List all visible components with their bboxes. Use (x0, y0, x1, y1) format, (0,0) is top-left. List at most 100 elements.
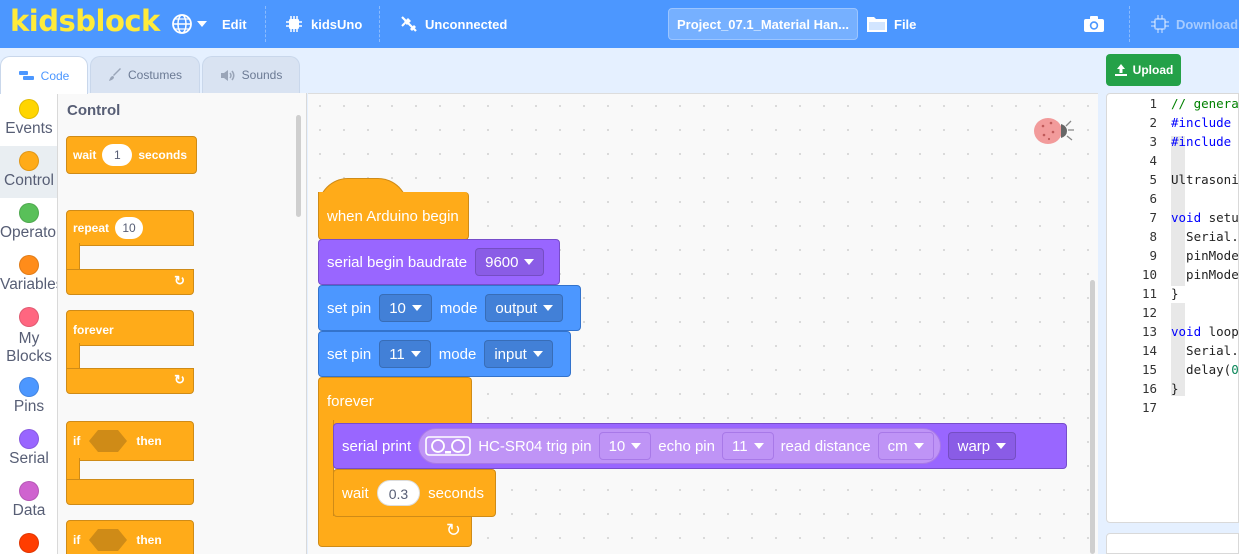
repeat-block[interactable]: repeat 10 (66, 210, 194, 246)
project-name-input[interactable]: Project_07.1_Material Han... (668, 8, 858, 40)
folder-icon (867, 17, 887, 32)
category-dot (19, 429, 39, 449)
category-variables[interactable]: Variables (0, 255, 58, 294)
tab-code[interactable]: Code (0, 56, 88, 94)
category-control[interactable]: Control (0, 146, 57, 198)
line-number: 1 (1149, 96, 1157, 111)
serial-print-block[interactable]: serial print HC-SR04 trig pin 10 echo pi… (333, 423, 1067, 469)
ultrasonic-reporter[interactable]: HC-SR04 trig pin 10 echo pin 11 read dis… (418, 428, 941, 464)
connection-menu[interactable]: Unconnected (399, 0, 507, 48)
code-line: pinMode (1171, 267, 1239, 282)
unplugged-icon (401, 16, 417, 32)
newline-dropdown[interactable]: warp (947, 432, 1017, 460)
file-label: File (894, 16, 917, 32)
pin-dropdown[interactable]: 10 (379, 294, 432, 322)
palette-scrollbar[interactable] (296, 115, 301, 217)
language-menu[interactable] (171, 0, 207, 48)
trig-pin-dropdown[interactable]: 10 (598, 432, 652, 460)
baudrate-dropdown[interactable]: 9600 (475, 248, 545, 276)
board-label: kidsUno (311, 16, 363, 32)
block-label: serial begin baudrate (327, 253, 468, 271)
category-label: Variables (0, 276, 58, 293)
block-label: then (136, 533, 162, 547)
category-label: My Blocks (6, 330, 52, 365)
block-label: then (136, 434, 162, 448)
mode-dropdown[interactable]: output (485, 294, 564, 322)
line-number: 3 (1149, 134, 1157, 149)
wait-seconds-input[interactable]: 0.3 (376, 480, 421, 506)
code-line: Serial. (1171, 229, 1239, 244)
set-pin-mode-block[interactable]: set pin 10 mode output (318, 285, 581, 331)
code-editor[interactable]: 1 // genera 2 #include 3 #include 4 5 Ultrasoni 6… (1106, 93, 1239, 523)
category-label: Control (4, 172, 54, 189)
condition-slot[interactable] (88, 528, 128, 552)
category-pins[interactable]: Pins (0, 377, 57, 416)
brush-icon (108, 68, 121, 81)
download-label: Download (1176, 16, 1239, 32)
code-line: } (1171, 381, 1179, 396)
upload-label: Upload (1132, 63, 1174, 77)
category-label: Pins (13, 398, 45, 415)
forever-block[interactable]: forever (318, 377, 472, 425)
pin-dropdown[interactable]: 11 (379, 340, 431, 368)
block-foot (66, 479, 194, 505)
file-menu[interactable]: File (866, 0, 916, 48)
forever-arm (318, 420, 334, 520)
caret-down-icon (532, 351, 543, 357)
loop-arrow-icon: ↻ (445, 520, 461, 540)
repeat-count-input[interactable]: 10 (115, 217, 144, 239)
condition-slot[interactable] (88, 429, 128, 453)
category-data[interactable]: Data (0, 481, 57, 520)
unit-dropdown[interactable]: cm (877, 432, 934, 460)
serial-begin-block[interactable]: serial begin baudrate 9600 (318, 239, 560, 285)
board-menu[interactable]: kidsUno (285, 0, 362, 48)
chip-icon (1151, 15, 1169, 33)
block-label: serial print (342, 437, 412, 455)
tab-sounds-label: Sounds (241, 68, 283, 82)
caret-down-icon (913, 443, 924, 449)
block-label: read distance (780, 437, 871, 455)
category-label: Data (12, 502, 46, 519)
tab-costumes[interactable]: Costumes (90, 56, 200, 93)
category-label: Events (5, 120, 53, 137)
wait-seconds-input[interactable]: 1 (102, 144, 133, 166)
category-my-blocks[interactable]: My Blocks (0, 307, 57, 366)
if-then-block[interactable]: if then (66, 520, 194, 554)
when-arduino-begin-block[interactable]: when Arduino begin (318, 192, 469, 240)
if-then-block[interactable]: if then (66, 421, 194, 461)
line-number: 9 (1149, 248, 1157, 263)
category-serial[interactable]: Serial (0, 429, 57, 468)
caret-down-icon (996, 443, 1007, 449)
echo-pin-dropdown[interactable]: 11 (721, 432, 774, 460)
edit-menu[interactable]: Edit (222, 0, 247, 48)
mode-dropdown[interactable]: input (484, 340, 553, 368)
divider (265, 6, 266, 42)
forever-block[interactable]: forever (66, 310, 194, 346)
block-label: HC-SR04 trig pin (478, 437, 592, 455)
code-line: void setu (1171, 210, 1239, 225)
download-button[interactable]: Download (1150, 0, 1238, 48)
caret-down-icon (524, 259, 535, 265)
loop-arrow-icon: ↻ (174, 372, 185, 387)
screenshot-button[interactable] (1083, 0, 1105, 48)
code-line: pinMode (1171, 248, 1239, 263)
upload-button[interactable]: Upload (1106, 54, 1181, 86)
set-pin-mode-block[interactable]: set pin 11 mode input (318, 331, 571, 377)
category-events[interactable]: Events (0, 99, 57, 138)
caret-down-icon (631, 443, 642, 449)
category-more[interactable] (0, 533, 57, 554)
kidsblock-logo[interactable]: kidsblock (10, 4, 160, 38)
caret-down-icon (753, 443, 764, 449)
line-number: 13 (1141, 324, 1157, 339)
block-label: wait (342, 484, 369, 502)
wait-block[interactable]: wait 1 seconds (66, 136, 197, 174)
category-operators[interactable]: Operators (0, 203, 57, 242)
wait-block[interactable]: wait 0.3 seconds (333, 469, 496, 517)
globe-icon (172, 14, 192, 34)
divider (1129, 6, 1130, 42)
category-menu: Events Control Operators Variables My Bl… (0, 93, 58, 554)
tab-sounds[interactable]: Sounds (202, 56, 300, 93)
line-number: 12 (1141, 305, 1157, 320)
workspace-scrollbar[interactable] (1090, 280, 1095, 554)
ladybug-icon[interactable] (1032, 114, 1076, 148)
